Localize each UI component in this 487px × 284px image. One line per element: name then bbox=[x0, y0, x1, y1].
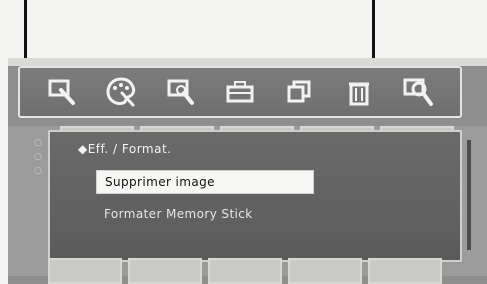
menu-toolbar bbox=[18, 66, 462, 118]
thumbnail[interactable] bbox=[288, 258, 362, 284]
delete-image-option[interactable]: Supprimer image bbox=[96, 170, 314, 194]
thumbnail[interactable] bbox=[48, 258, 122, 284]
trash-icon[interactable] bbox=[341, 74, 377, 110]
thumbnail[interactable] bbox=[208, 258, 282, 284]
thumbnail[interactable] bbox=[128, 258, 202, 284]
menu-title: ◆Eff. / Format. bbox=[78, 142, 172, 156]
toolbox-icon[interactable] bbox=[222, 74, 258, 110]
callout-line-left bbox=[24, 0, 27, 66]
magnify-select-icon[interactable] bbox=[44, 74, 80, 110]
camera-menu-screenshot: ○ ○ ○ ◆Eff. / Format. Supprimer image Form… bbox=[0, 0, 487, 284]
palette-icon[interactable] bbox=[103, 74, 139, 110]
screen-top-strip bbox=[8, 58, 487, 66]
format-memory-stick-option[interactable]: Formater Memory Stick bbox=[96, 203, 261, 225]
camera-screen: ○ ○ ○ ◆Eff. / Format. Supprimer image Form… bbox=[8, 58, 487, 284]
copy-icon[interactable] bbox=[281, 74, 317, 110]
zoom-in-icon[interactable] bbox=[400, 74, 436, 110]
edit-format-menu: ◆Eff. / Format. Supprimer image Formater… bbox=[48, 130, 462, 262]
side-indicators: ○ ○ ○ bbox=[34, 138, 42, 176]
search-icon[interactable] bbox=[163, 74, 199, 110]
thumbnail[interactable] bbox=[368, 258, 442, 284]
scrollbar[interactable] bbox=[467, 140, 471, 250]
